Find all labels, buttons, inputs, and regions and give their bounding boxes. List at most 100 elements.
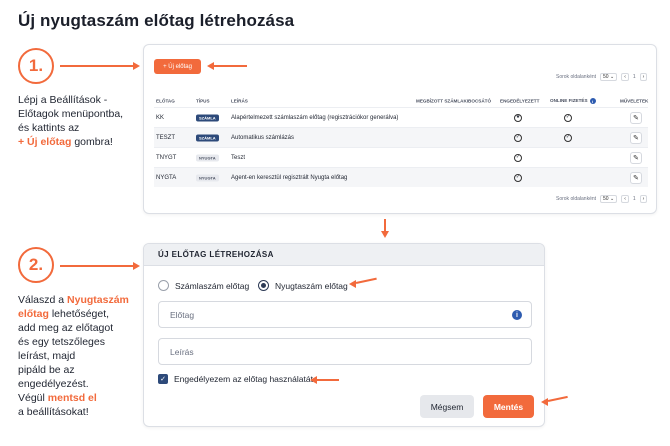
col-online: ONLINE FIZETÉS i xyxy=(550,98,596,104)
dialog-header: ÚJ ELŐTAG LÉTREHOZÁSA xyxy=(144,244,544,266)
page-title: Új nyugtaszám előtag létrehozása xyxy=(18,11,295,30)
pager-bottom: Sorok oldalanként 50 ⌄ ‹ 1 › xyxy=(556,195,648,203)
step-2-line: a beállításokat! xyxy=(18,406,89,418)
new-button-arrowhead xyxy=(207,61,214,70)
radio-invoice-prefix[interactable]: Számlaszám előtag xyxy=(158,280,249,291)
check-circle-icon: ✓ xyxy=(514,153,522,162)
step-2-line: Végül mentsd el xyxy=(18,391,140,405)
step-2-line: pipáld be az xyxy=(18,364,75,376)
step-2-text: Végül xyxy=(18,392,48,404)
edit-button[interactable]: ✎ xyxy=(630,111,642,124)
row-prefix: TNYGT xyxy=(156,154,177,161)
col-prefix: ELŐTAG xyxy=(156,98,175,104)
step-2-instructions: Válaszd a Nyugtaszám előtag lehetőséget,… xyxy=(18,293,140,419)
radio-invoice-label: Számlaszám előtag xyxy=(175,280,250,291)
checkbox-checked-icon[interactable]: ✓ xyxy=(158,374,168,384)
step-2-highlight: mentsd el xyxy=(47,392,97,404)
page-number: 1 xyxy=(632,196,636,202)
step-1-arrow xyxy=(60,65,135,67)
prefix-placeholder: Előtag xyxy=(170,309,195,320)
row-desc: Alapértelmezett számlaszám előtag (regis… xyxy=(231,114,399,121)
check-circle-icon: ✓ xyxy=(514,173,522,182)
check-circle-icon: ✓ xyxy=(514,133,522,142)
step-2-line: előtag lehetőséget, xyxy=(18,307,140,321)
radio-receipt-label: Nyugtaszám előtag xyxy=(275,280,348,291)
prefix-input[interactable]: Előtag i xyxy=(158,301,532,328)
step-1-badge: 1. xyxy=(18,48,54,84)
table-header: ELŐTAG TÍPUS LEÍRÁS MEGBÍZOTT SZÁMLAKIBO… xyxy=(154,95,648,107)
row-prefix: NYGTA xyxy=(156,174,177,181)
prefix-table: ELŐTAG TÍPUS LEÍRÁS MEGBÍZOTT SZÁMLAKIBO… xyxy=(154,95,648,187)
edit-button[interactable]: ✎ xyxy=(630,171,642,184)
type-badge: NYUGTA xyxy=(196,154,219,161)
step-1-arrowhead xyxy=(133,61,140,70)
step-1-line: és kattints az xyxy=(18,122,80,134)
col-enabled: ENGEDÉLYEZETT xyxy=(500,98,540,104)
pencil-icon: ✎ xyxy=(633,134,639,142)
down-arrowhead xyxy=(381,231,389,238)
cancel-button[interactable]: Mégsem xyxy=(420,395,474,418)
save-arrowhead xyxy=(541,398,548,406)
save-button[interactable]: Mentés xyxy=(483,395,534,418)
step-1-highlight: + Új előtag xyxy=(18,136,72,148)
pencil-icon: ✎ xyxy=(633,174,639,182)
table-row: NYGTA NYUGTA Agent-en keresztül regisztr… xyxy=(154,167,648,187)
step-2-badge: 2. xyxy=(18,247,54,283)
type-badge: SZÁMLA xyxy=(196,134,219,141)
radio-selected-icon[interactable] xyxy=(258,280,269,291)
step-2-line: add meg az előtagot xyxy=(18,322,114,334)
table-row: KK SZÁMLA Alapértelmezett számlaszám elő… xyxy=(154,107,648,127)
step-2-text: lehetőséget, xyxy=(48,308,110,320)
table-row: TNYGT NYUGTA Teszt ✓ ✎ xyxy=(154,147,648,167)
pencil-icon: ✎ xyxy=(633,154,639,162)
page-next-button[interactable]: › xyxy=(639,195,648,203)
page-prev-button[interactable]: ‹ xyxy=(621,195,629,203)
check-circle-icon: ✓ xyxy=(564,113,572,122)
col-online-label: ONLINE FIZETÉS xyxy=(550,98,588,104)
description-input[interactable]: Leírás xyxy=(158,338,532,365)
row-desc: Agent-en keresztül regisztrált Nyugta el… xyxy=(231,174,348,181)
table-row: TESZT SZÁMLA Automatikus számlázás ✓ ✓ ✎ xyxy=(154,127,648,147)
row-desc: Teszt xyxy=(231,154,246,161)
radio-circle-icon[interactable] xyxy=(158,280,169,291)
row-prefix: KK xyxy=(156,114,165,121)
step-1-line: + Új előtag gombra! xyxy=(18,135,138,149)
type-badge: NYUGTA xyxy=(196,174,219,181)
pager-label: Sorok oldalanként xyxy=(556,196,597,202)
new-button-arrow xyxy=(214,65,247,67)
row-prefix: TESZT xyxy=(156,134,175,141)
step-1-instructions: Lépj a Beállítások - Előtagok menüpontba… xyxy=(18,93,138,149)
new-prefix-button[interactable]: + Új előtag xyxy=(154,59,201,74)
step-2-text: Válaszd a xyxy=(18,294,68,306)
col-desc: LEÍRÁS xyxy=(231,98,248,104)
page-number: 1 xyxy=(632,74,636,80)
per-page-value: 50 xyxy=(603,74,609,80)
radio-arrowhead xyxy=(349,280,356,288)
per-page-select[interactable]: 50 ⌄ xyxy=(600,195,618,203)
per-page-select[interactable]: 50 ⌄ xyxy=(600,73,618,81)
save-arrow xyxy=(547,395,568,402)
enable-prefix-checkbox[interactable]: ✓ Engedélyezem az előtag használatát xyxy=(158,374,313,384)
step-2-line: engedélyezést. xyxy=(18,378,89,390)
step-1-line: Lépj a Beállítások - xyxy=(18,94,108,106)
pencil-icon: ✎ xyxy=(633,114,639,122)
star-icon: ★ xyxy=(514,113,522,122)
checkbox-arrow xyxy=(317,379,339,381)
step-2-arrowhead xyxy=(133,261,140,270)
col-type: TÍPUS xyxy=(196,98,210,104)
radio-receipt-prefix[interactable]: Nyugtaszám előtag xyxy=(258,280,348,291)
description-placeholder: Leírás xyxy=(170,346,194,357)
step-2-highlight: Nyugtaszám xyxy=(67,294,129,306)
col-actions: MŰVELETEK xyxy=(620,98,649,104)
page-next-button[interactable]: › xyxy=(639,73,648,81)
edit-button[interactable]: ✎ xyxy=(630,151,642,164)
info-icon[interactable]: i xyxy=(589,98,596,104)
page-prev-button[interactable]: ‹ xyxy=(621,73,629,81)
step-1-line: Előtagok menüpontba, xyxy=(18,108,124,120)
edit-button[interactable]: ✎ xyxy=(630,131,642,144)
info-icon[interactable]: i xyxy=(512,310,522,320)
pager-label: Sorok oldalanként xyxy=(556,74,597,80)
prefix-list-panel: + Új előtag Sorok oldalanként 50 ⌄ ‹ 1 ›… xyxy=(143,44,657,214)
step-2-line: és egy tetszőleges xyxy=(18,336,105,348)
check-circle-icon: ✓ xyxy=(564,133,572,142)
